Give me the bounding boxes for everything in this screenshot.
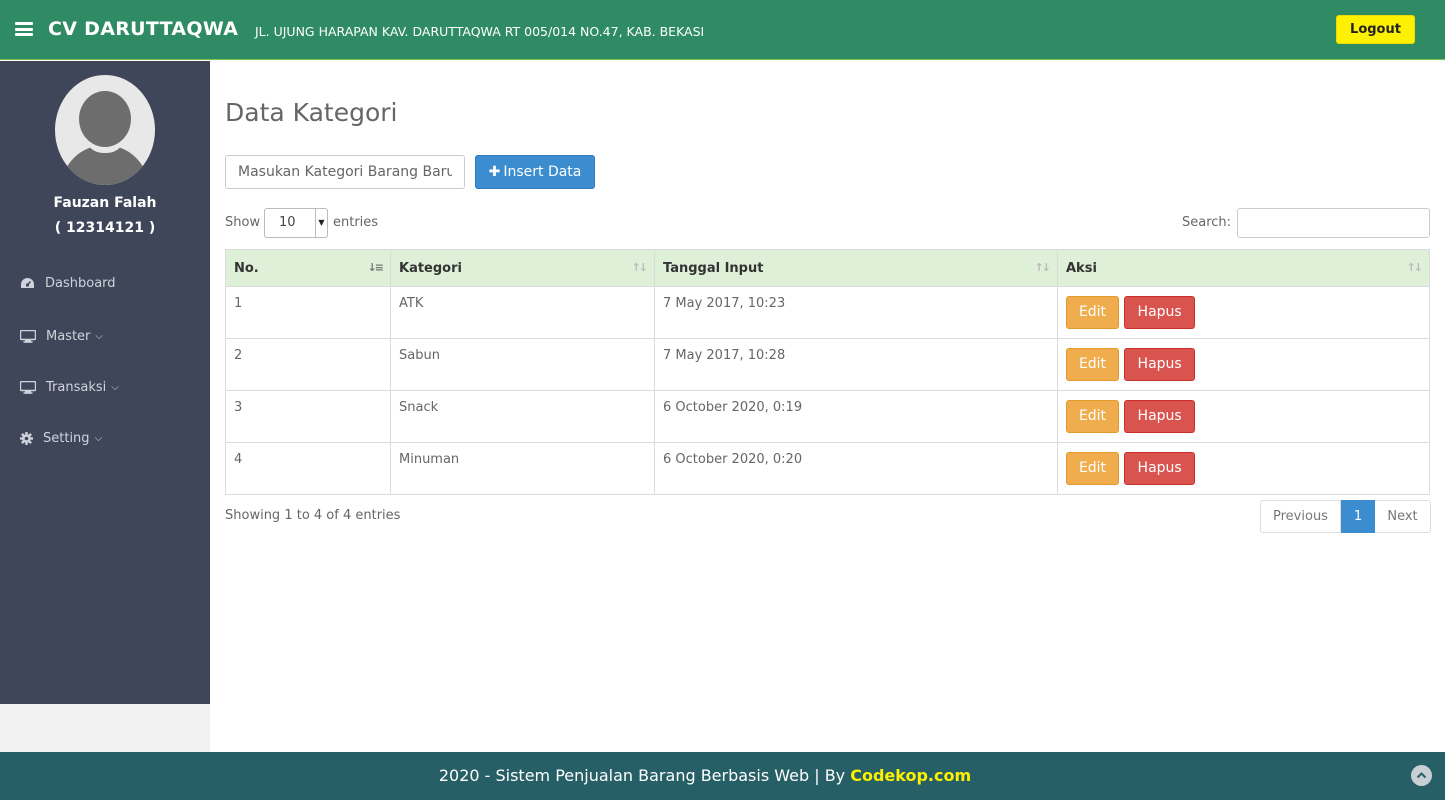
chevron-down-icon: ⌵ — [95, 331, 103, 342]
sort-asc-icon: ↓≡ — [367, 261, 385, 274]
search-label: Search: — [1182, 215, 1232, 230]
table-row: 1 ATK 7 May 2017, 10:23 Edit Hapus — [225, 286, 1430, 339]
edit-button[interactable]: Edit — [1066, 400, 1119, 433]
cell-aksi: Edit Hapus — [1057, 338, 1430, 391]
column-header-aksi[interactable]: Aksi ↑↓ — [1057, 249, 1430, 287]
sort-icon: ↑↓ — [631, 261, 649, 274]
delete-button[interactable]: Hapus — [1124, 400, 1196, 433]
cell-no: 4 — [225, 442, 391, 495]
edit-button[interactable]: Edit — [1066, 296, 1119, 329]
table-info: Showing 1 to 4 of 4 entries — [225, 508, 401, 523]
sidebar-item-transaksi[interactable]: Transaksi ⌵ — [20, 380, 119, 395]
cell-no: 3 — [225, 390, 391, 443]
cell-kategori: Sabun — [390, 338, 655, 391]
page-1-button[interactable]: 1 — [1341, 500, 1375, 533]
sidebar-item-label: Transaksi — [46, 380, 107, 395]
dashboard-icon — [21, 278, 34, 288]
plus-icon: ✚ — [488, 164, 501, 180]
search-input[interactable] — [1237, 208, 1430, 238]
table-header-row: No. ↓≡ Kategori ↑↓ Tanggal Input ↑↓ Aksi ↑↓ — [225, 249, 1430, 287]
cell-kategori: Minuman — [390, 442, 655, 495]
sidebar-item-label: Master — [46, 329, 91, 344]
sort-icon: ↑↓ — [1034, 261, 1052, 274]
cell-tanggal: 6 October 2020, 0:19 — [654, 390, 1058, 443]
cell-kategori: ATK — [390, 286, 655, 339]
column-header-no[interactable]: No. ↓≡ — [225, 249, 391, 287]
codekop-link[interactable]: Codekop.com — [850, 766, 971, 785]
table-row: 3 Snack 6 October 2020, 0:19 Edit Hapus — [225, 390, 1430, 443]
page-title: Data Kategori — [225, 98, 398, 127]
cell-aksi: Edit Hapus — [1057, 442, 1430, 495]
column-header-tanggal[interactable]: Tanggal Input ↑↓ — [654, 249, 1058, 287]
show-label: Show — [225, 215, 261, 230]
entries-label: entries — [333, 215, 379, 230]
sidebar-footer-area — [0, 704, 210, 752]
new-category-input[interactable] — [225, 155, 465, 189]
category-table: No. ↓≡ Kategori ↑↓ Tanggal Input ↑↓ Aksi ↑↓ … — [225, 249, 1430, 495]
cell-kategori: Snack — [390, 390, 655, 443]
sidebar: Fauzan Falah ( 12314121 ) Dashboard Mast… — [0, 61, 210, 704]
chevron-down-icon: ⌵ — [111, 382, 119, 393]
previous-page-button[interactable]: Previous — [1260, 500, 1341, 533]
cell-tanggal: 7 May 2017, 10:23 — [654, 286, 1058, 339]
delete-button[interactable]: Hapus — [1124, 452, 1196, 485]
logout-button[interactable]: Logout — [1336, 15, 1415, 44]
pagination: Previous 1 Next — [1260, 500, 1431, 533]
cell-tanggal: 6 October 2020, 0:20 — [654, 442, 1058, 495]
footer: 2020 - Sistem Penjualan Barang Berbasis … — [0, 752, 1445, 800]
cell-no: 1 — [225, 286, 391, 339]
top-navbar: CV DARUTTAQWA JL. UJUNG HARAPAN KAV. DAR… — [0, 0, 1445, 60]
sidebar-item-label: Setting — [43, 431, 90, 446]
edit-button[interactable]: Edit — [1066, 452, 1119, 485]
desktop-icon — [20, 381, 36, 394]
brand-title[interactable]: CV DARUTTAQWA — [48, 18, 238, 40]
entries-value: 10 — [279, 215, 296, 230]
sidebar-item-master[interactable]: Master ⌵ — [20, 329, 103, 344]
dropdown-arrow-icon: ▼ — [315, 209, 327, 237]
gear-icon — [20, 432, 33, 445]
entries-per-page-select[interactable]: 10 ▼ — [264, 208, 328, 238]
cell-aksi: Edit Hapus — [1057, 286, 1430, 339]
column-header-kategori[interactable]: Kategori ↑↓ — [390, 249, 655, 287]
cell-tanggal: 7 May 2017, 10:28 — [654, 338, 1058, 391]
edit-button[interactable]: Edit — [1066, 348, 1119, 381]
insert-data-button[interactable]: ✚ Insert Data — [475, 155, 595, 189]
sidebar-item-label: Dashboard — [45, 276, 116, 291]
user-name: Fauzan Falah — [53, 195, 157, 211]
table-row: 2 Sabun 7 May 2017, 10:28 Edit Hapus — [225, 338, 1430, 391]
sidebar-item-dashboard[interactable]: Dashboard — [20, 276, 116, 291]
cell-aksi: Edit Hapus — [1057, 390, 1430, 443]
delete-button[interactable]: Hapus — [1124, 296, 1196, 329]
next-page-button[interactable]: Next — [1375, 500, 1431, 533]
hamburger-menu-icon[interactable] — [15, 22, 33, 36]
company-address: JL. UJUNG HARAPAN KAV. DARUTTAQWA RT 005… — [255, 24, 705, 39]
footer-text: 2020 - Sistem Penjualan Barang Berbasis … — [438, 766, 972, 785]
table-row: 4 Minuman 6 October 2020, 0:20 Edit Hapu… — [225, 442, 1430, 495]
sidebar-item-setting[interactable]: Setting ⌵ — [20, 431, 102, 446]
user-id: ( 12314121 ) — [54, 220, 156, 236]
sort-icon: ↑↓ — [1406, 261, 1424, 274]
avatar — [55, 75, 155, 185]
delete-button[interactable]: Hapus — [1124, 348, 1196, 381]
scroll-to-top-button[interactable] — [1411, 765, 1432, 786]
insert-data-label: Insert Data — [503, 164, 582, 180]
cell-no: 2 — [225, 338, 391, 391]
chevron-up-icon — [1416, 772, 1427, 779]
chevron-down-icon: ⌵ — [94, 433, 103, 444]
desktop-icon — [20, 330, 36, 343]
